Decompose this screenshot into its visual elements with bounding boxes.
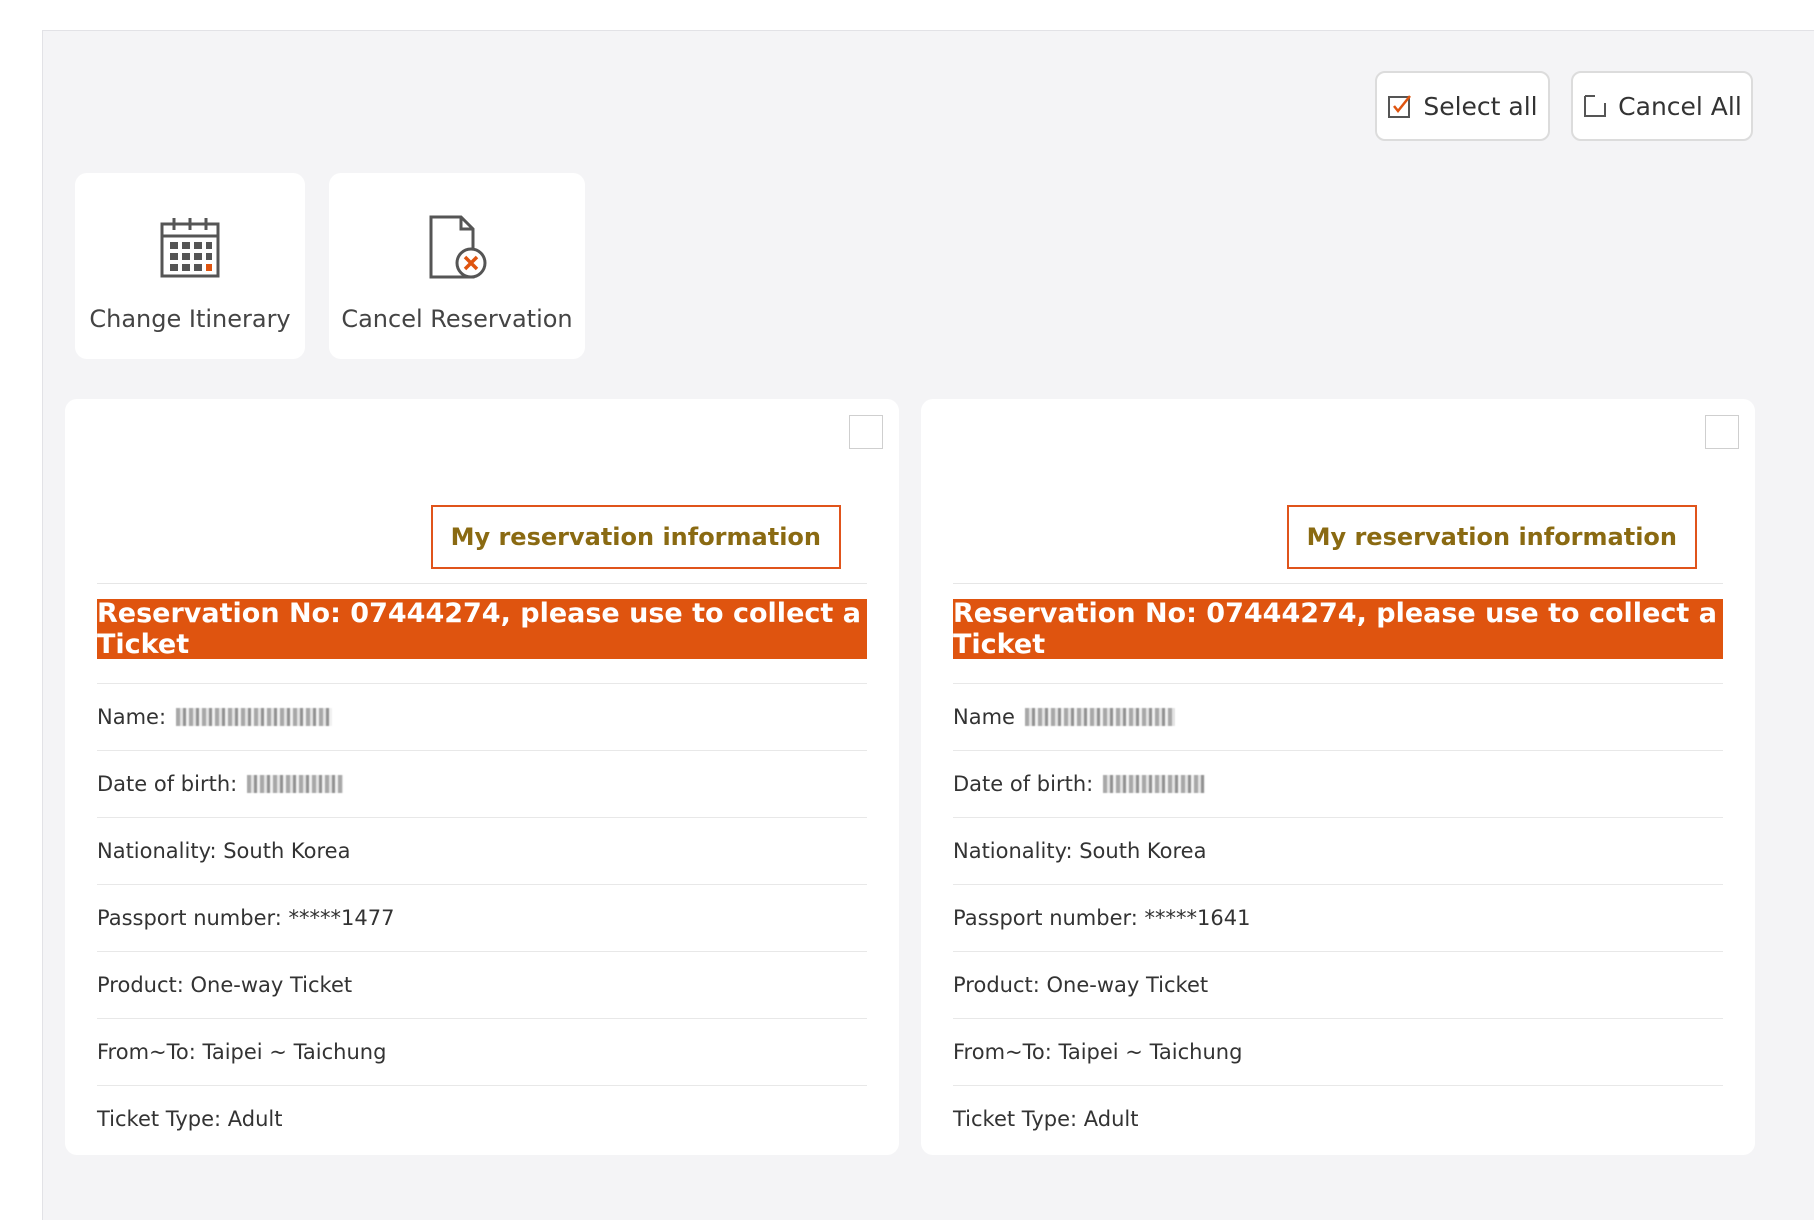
redacted-name xyxy=(176,708,333,726)
cancel-reservation-button[interactable]: Cancel Reservation xyxy=(329,173,585,359)
route-row: From~To: Taipei ~ Taichung xyxy=(953,1018,1723,1085)
dob-label: Date of birth: xyxy=(953,772,1094,796)
reservation-card: My reservation information Reservation N… xyxy=(65,399,899,1155)
redacted-dob xyxy=(1103,775,1206,793)
nationality-row: Nationality: South Korea xyxy=(97,817,867,884)
dob-row: Date of birth: xyxy=(953,750,1723,817)
reservation-number-banner: Reservation No: 07444274, please use to … xyxy=(97,598,867,660)
dob-row: Date of birth: xyxy=(97,750,867,817)
my-reservation-info-button[interactable]: My reservation information xyxy=(1286,505,1697,569)
checked-checkbox-icon xyxy=(1388,95,1412,118)
card-select-checkbox[interactable] xyxy=(1705,415,1739,449)
divider xyxy=(97,583,867,584)
divider xyxy=(953,583,1723,584)
cancel-all-label: Cancel All xyxy=(1618,91,1742,121)
reservation-panel: Select all Cancel All Change Itinerary C… xyxy=(42,30,1814,1220)
select-all-button[interactable]: Select all xyxy=(1375,71,1550,141)
ticket-type-row: Ticket Type: Adult xyxy=(953,1085,1723,1152)
dob-label: Date of birth: xyxy=(97,772,238,796)
card-select-checkbox[interactable] xyxy=(849,415,883,449)
passport-row: Passport number: *****1641 xyxy=(953,884,1723,951)
reservation-details: Name: Date of birth: Nationality: South … xyxy=(97,683,867,1152)
reservation-card: My reservation information Reservation N… xyxy=(921,399,1755,1155)
reservation-number-banner: Reservation No: 07444274, please use to … xyxy=(953,598,1723,660)
cancel-all-button[interactable]: Cancel All xyxy=(1571,71,1753,141)
passport-row: Passport number: *****1477 xyxy=(97,884,867,951)
change-itinerary-label: Change Itinerary xyxy=(89,305,291,333)
name-label: Name: xyxy=(97,705,167,729)
redacted-name xyxy=(1024,708,1175,726)
calendar-icon xyxy=(160,218,220,278)
my-reservation-info-button[interactable]: My reservation information xyxy=(430,505,841,569)
name-row: Name: xyxy=(97,683,867,750)
name-label: Name xyxy=(953,705,1015,729)
change-itinerary-button[interactable]: Change Itinerary xyxy=(75,173,305,359)
cancel-reservation-label: Cancel Reservation xyxy=(341,305,573,333)
name-row: Name xyxy=(953,683,1723,750)
empty-checkbox-icon xyxy=(1584,95,1607,117)
nationality-row: Nationality: South Korea xyxy=(953,817,1723,884)
reservation-details: Name Date of birth: Nationality: South K… xyxy=(953,683,1723,1152)
ticket-type-row: Ticket Type: Adult xyxy=(97,1085,867,1152)
product-row: Product: One-way Ticket xyxy=(97,951,867,1018)
product-row: Product: One-way Ticket xyxy=(953,951,1723,1018)
select-all-label: Select all xyxy=(1423,91,1538,121)
redacted-dob xyxy=(247,775,344,793)
route-row: From~To: Taipei ~ Taichung xyxy=(97,1018,867,1085)
cancel-document-icon xyxy=(429,215,487,279)
